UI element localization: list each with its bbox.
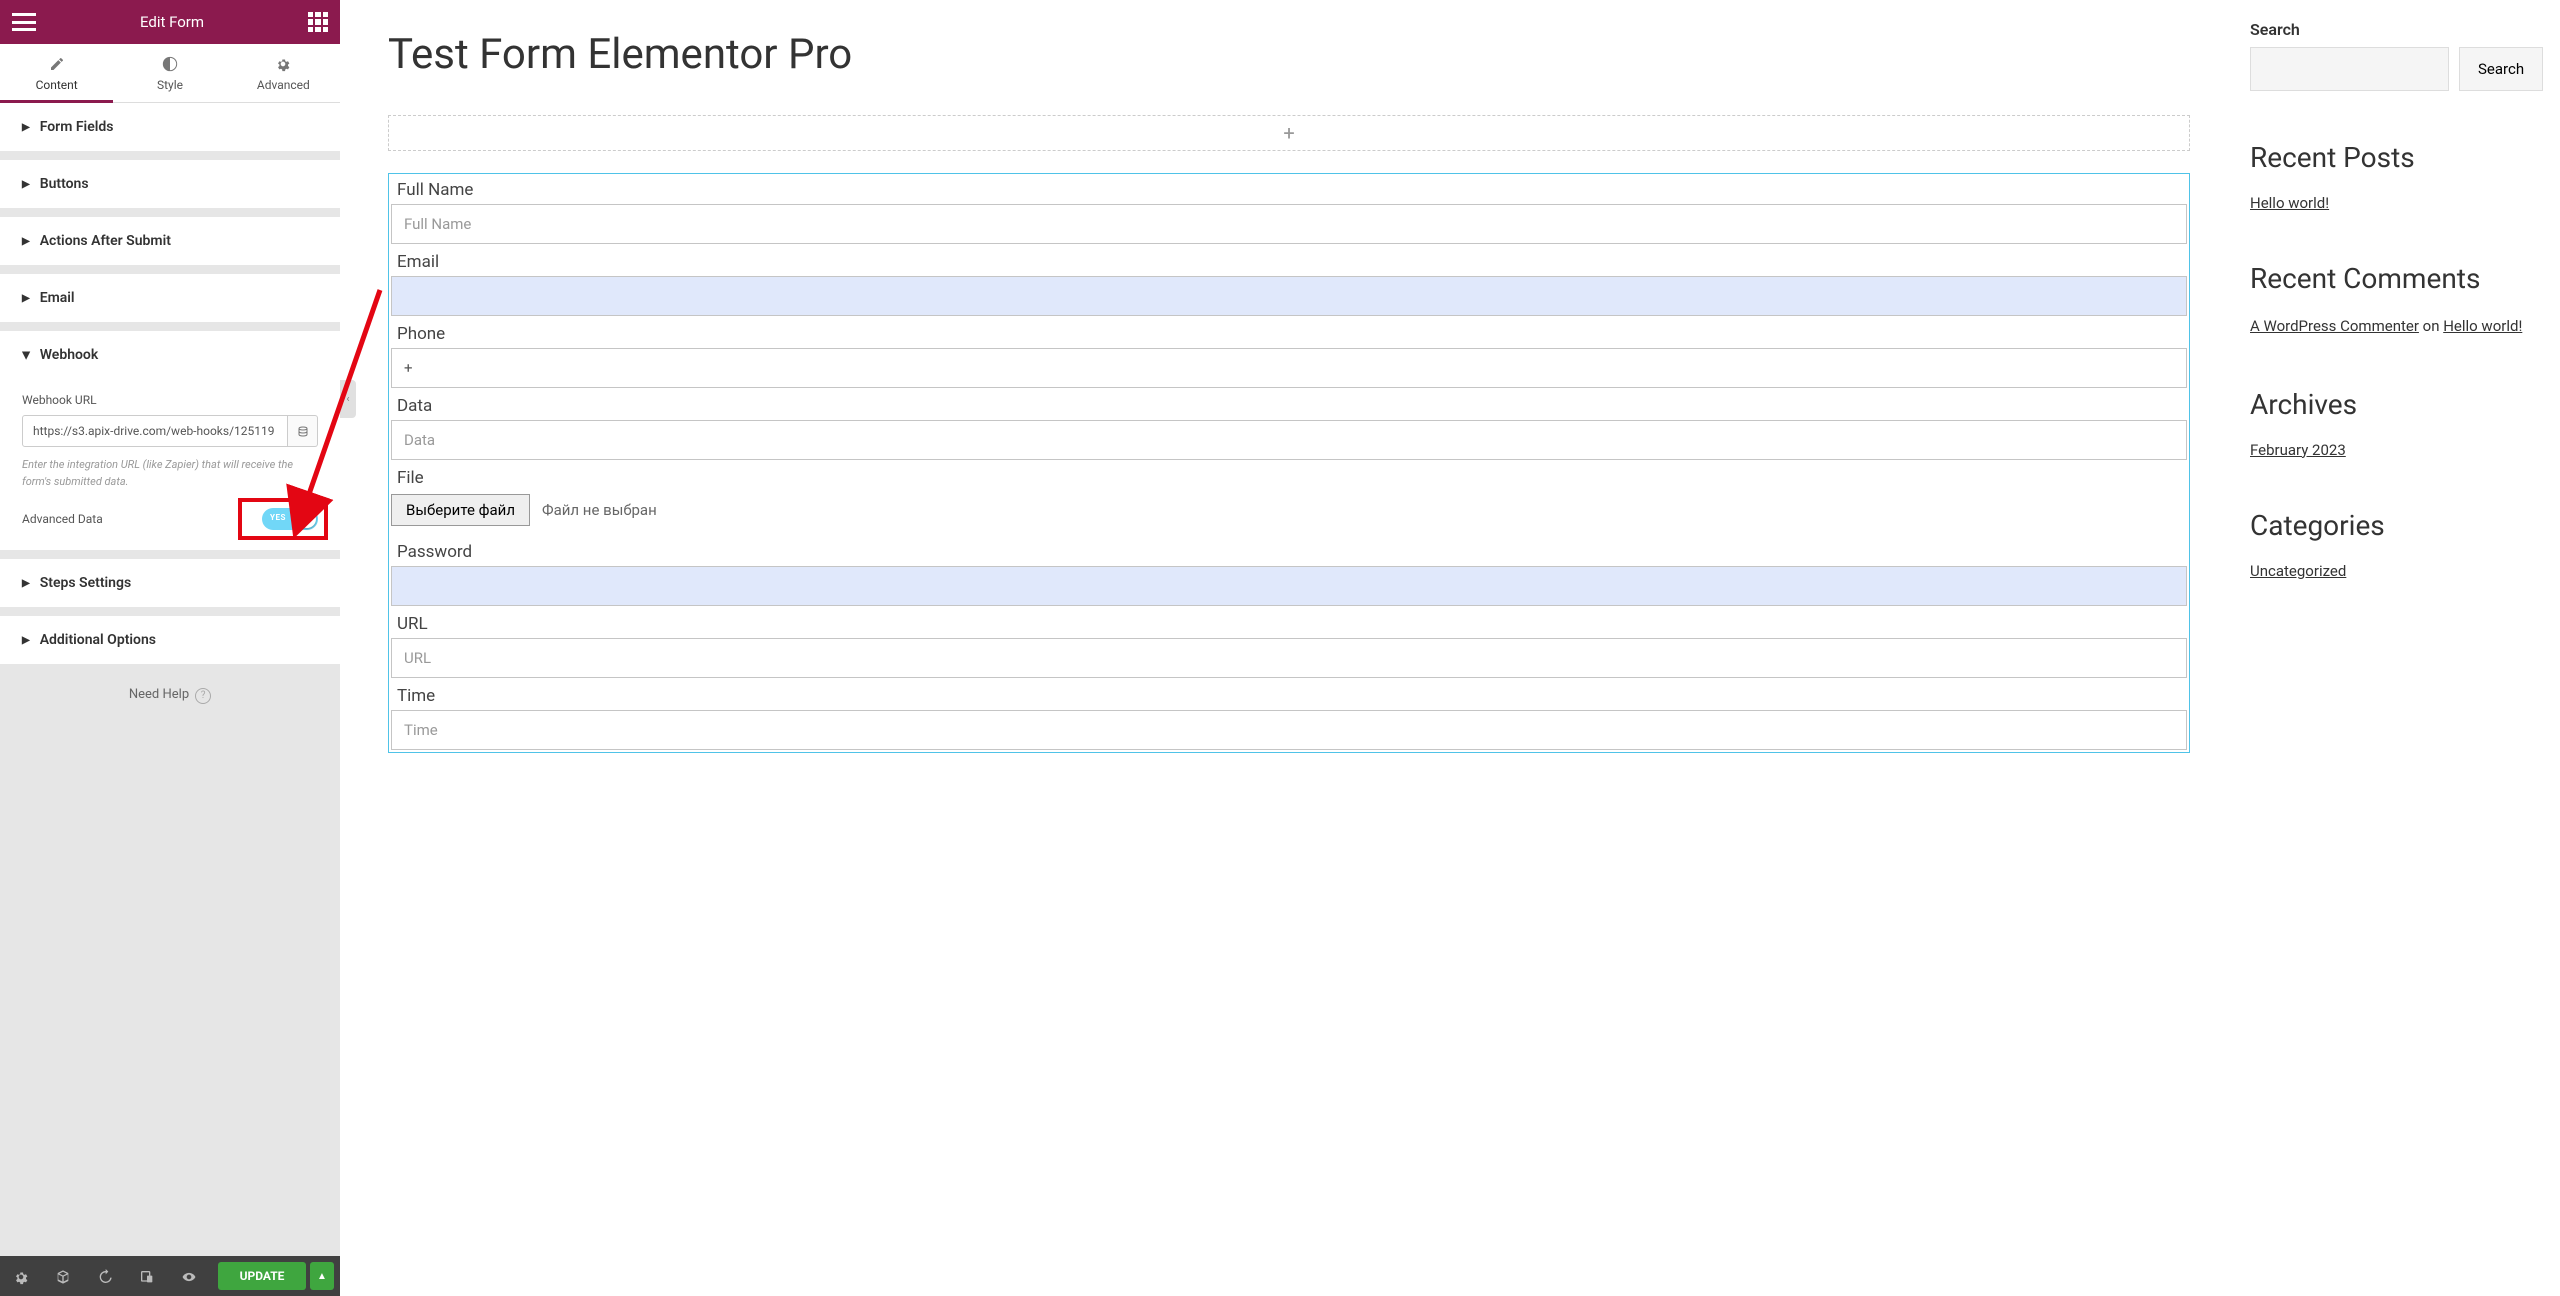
field-label: Full Name [389, 174, 2189, 204]
field-input[interactable] [391, 638, 2187, 678]
tab-style-label: Style [157, 78, 183, 92]
archives-list: February 2023 [2250, 441, 2532, 459]
gear-icon [227, 56, 340, 72]
field-label: URL [389, 608, 2189, 638]
webhook-helper-text: Enter the integration URL (like Zapier) … [22, 457, 318, 490]
recent-posts-list: Hello world! [2250, 194, 2532, 212]
section-additional-options[interactable]: ▶Additional Options [0, 616, 340, 664]
section-label: Actions After Submit [40, 233, 171, 249]
preview-icon[interactable] [168, 1267, 210, 1285]
form-widget[interactable]: Full Name Email Phone Data FileВыберите файл… [388, 173, 2190, 753]
plus-icon: + [1283, 121, 1294, 145]
field-label: Time [389, 680, 2189, 710]
section-form-fields[interactable]: ▶Form Fields [0, 103, 340, 151]
section-label: Email [40, 290, 75, 306]
contrast-icon [113, 56, 226, 72]
section-label: Webhook [40, 347, 99, 363]
section-label: Buttons [40, 176, 89, 192]
help-icon: ? [195, 688, 211, 704]
field-input[interactable] [391, 276, 2187, 316]
field-label: Data [389, 390, 2189, 420]
recent-post-link[interactable]: Hello world! [2250, 194, 2329, 212]
field-input[interactable] [391, 710, 2187, 750]
sidebar-header: Edit Form [0, 0, 340, 44]
recent-comments-title: Recent Comments [2250, 262, 2532, 295]
need-help-link[interactable]: Need Help? [0, 673, 340, 718]
search-label: Search [2250, 20, 2532, 39]
file-status-text: Файл не выбран [542, 501, 657, 519]
panel-sections: ▶Form Fields ▶Buttons ▶Actions After Sub… [0, 103, 340, 1256]
section-email[interactable]: ▶Email [0, 274, 340, 322]
add-section-button[interactable]: + [388, 115, 2190, 151]
tab-advanced-label: Advanced [257, 78, 310, 92]
panel-collapse-handle[interactable]: ‹ [340, 380, 356, 418]
tab-content[interactable]: Content [0, 44, 113, 102]
field-label: Password [389, 536, 2189, 566]
on-text: on [2419, 317, 2443, 335]
field-input[interactable] [391, 348, 2187, 388]
panel-tabs: Content Style Advanced [0, 44, 340, 103]
section-actions-after-submit[interactable]: ▶Actions After Submit [0, 217, 340, 265]
sidebar-title: Edit Form [140, 13, 204, 31]
webhook-url-label: Webhook URL [22, 393, 318, 407]
section-buttons[interactable]: ▶Buttons [0, 160, 340, 208]
field-label: Phone [389, 318, 2189, 348]
field-input[interactable] [391, 204, 2187, 244]
responsive-icon[interactable] [126, 1267, 168, 1285]
webhook-url-input[interactable] [22, 415, 288, 447]
search-button[interactable]: Search [2459, 47, 2543, 91]
category-link[interactable]: Uncategorized [2250, 562, 2346, 580]
field-label: File [389, 462, 2189, 492]
categories-list: Uncategorized [2250, 562, 2532, 580]
search-input[interactable] [2250, 47, 2449, 91]
section-label: Form Fields [40, 119, 114, 135]
archives-title: Archives [2250, 388, 2532, 421]
pencil-icon [0, 56, 113, 72]
tab-advanced[interactable]: Advanced [227, 44, 340, 102]
categories-title: Categories [2250, 509, 2532, 542]
tab-style[interactable]: Style [113, 44, 226, 102]
database-icon [297, 422, 309, 441]
field-label: Email [389, 246, 2189, 276]
dynamic-tags-button[interactable] [288, 415, 318, 447]
apps-icon[interactable] [308, 12, 328, 32]
sidebar-footer: UPDATE ▲ [0, 1256, 340, 1296]
preview-area: Test Form Elementor Pro + Full Name Email… [340, 0, 2250, 1296]
menu-icon[interactable] [12, 13, 36, 31]
section-label: Steps Settings [40, 575, 131, 591]
advanced-data-toggle[interactable]: YES [262, 508, 318, 530]
update-button[interactable]: UPDATE [218, 1262, 306, 1290]
page-title: Test Form Elementor Pro [388, 30, 2190, 79]
update-dropdown[interactable]: ▲ [310, 1262, 334, 1290]
recent-posts-title: Recent Posts [2250, 141, 2532, 174]
webhook-body: Webhook URL Enter the integration URL (l… [0, 379, 340, 550]
section-steps-settings[interactable]: ▶Steps Settings [0, 559, 340, 607]
toggle-on-text: YES [270, 513, 286, 522]
history-icon[interactable] [84, 1267, 126, 1285]
recent-comments-list: A WordPress Commenter on Hello world! [2250, 315, 2532, 338]
tab-content-label: Content [36, 78, 78, 92]
advanced-data-label: Advanced Data [22, 512, 103, 526]
section-label: Additional Options [40, 632, 156, 648]
wp-sidebar: Search Search Recent Posts Hello world! … [2250, 0, 2560, 1296]
section-webhook[interactable]: ▶Webhook [0, 331, 340, 379]
settings-icon[interactable] [0, 1267, 42, 1285]
elementor-sidebar: Edit Form Content Style Advanced ▶Form F… [0, 0, 340, 1296]
archive-link[interactable]: February 2023 [2250, 441, 2346, 459]
navigator-icon[interactable] [42, 1267, 84, 1285]
field-input[interactable] [391, 420, 2187, 460]
commenter-link[interactable]: A WordPress Commenter [2250, 317, 2419, 335]
field-input[interactable] [391, 566, 2187, 606]
comment-post-link[interactable]: Hello world! [2443, 317, 2522, 335]
file-choose-button[interactable]: Выберите файл [391, 494, 530, 526]
